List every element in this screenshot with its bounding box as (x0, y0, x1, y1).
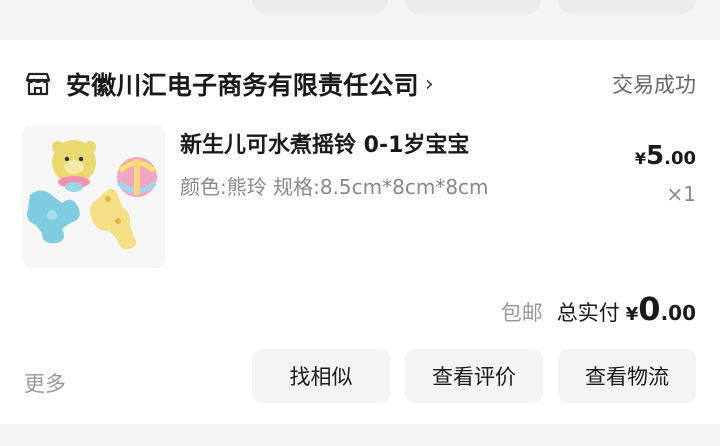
next-order-strip (0, 424, 720, 446)
chevron-right-icon[interactable]: › (425, 72, 434, 97)
product-image[interactable] (22, 125, 165, 268)
view-logistics-button[interactable]: 查看物流 (558, 349, 696, 403)
shipping-label: 包邮 (500, 301, 543, 325)
product-title[interactable]: 新生儿可水煮摇铃 0-1岁宝宝 (180, 127, 469, 159)
total-integer: 0 (638, 290, 661, 328)
unit-price: ¥5.00 (635, 141, 696, 171)
currency-symbol: ¥ (625, 304, 639, 325)
view-review-button[interactable]: 查看评价 (405, 349, 543, 403)
previous-button-edge (558, 0, 696, 14)
find-similar-button[interactable]: 找相似 (252, 349, 390, 403)
shop-name[interactable]: 安徽川汇电子商务有限责任公司 (66, 66, 419, 102)
total-decimal: .00 (660, 301, 696, 325)
previous-button-edge (252, 0, 388, 14)
order-status: 交易成功 (612, 73, 696, 97)
shop-icon (24, 69, 54, 99)
price-decimal: .00 (664, 148, 696, 169)
shop-header[interactable]: 安徽川汇电子商务有限责任公司 › 交易成功 (24, 64, 696, 104)
previous-button-edge (405, 0, 541, 14)
product-spec: 颜色:熊玲 规格:8.5cm*8cm*8cm (180, 175, 489, 199)
total-label: 总实付 (556, 301, 620, 325)
price-integer: 5 (646, 141, 665, 171)
previous-order-strip (0, 0, 720, 26)
order-card[interactable]: 安徽川汇电子商务有限责任公司 › 交易成功 新生儿可水煮摇铃 0-1岁宝宝 颜色… (0, 40, 720, 424)
more-button[interactable]: 更多 (24, 368, 66, 398)
currency-symbol: ¥ (634, 149, 647, 168)
quantity: ×1 (666, 182, 696, 206)
order-total: 包邮 总实付 ¥0.00 (501, 290, 696, 328)
